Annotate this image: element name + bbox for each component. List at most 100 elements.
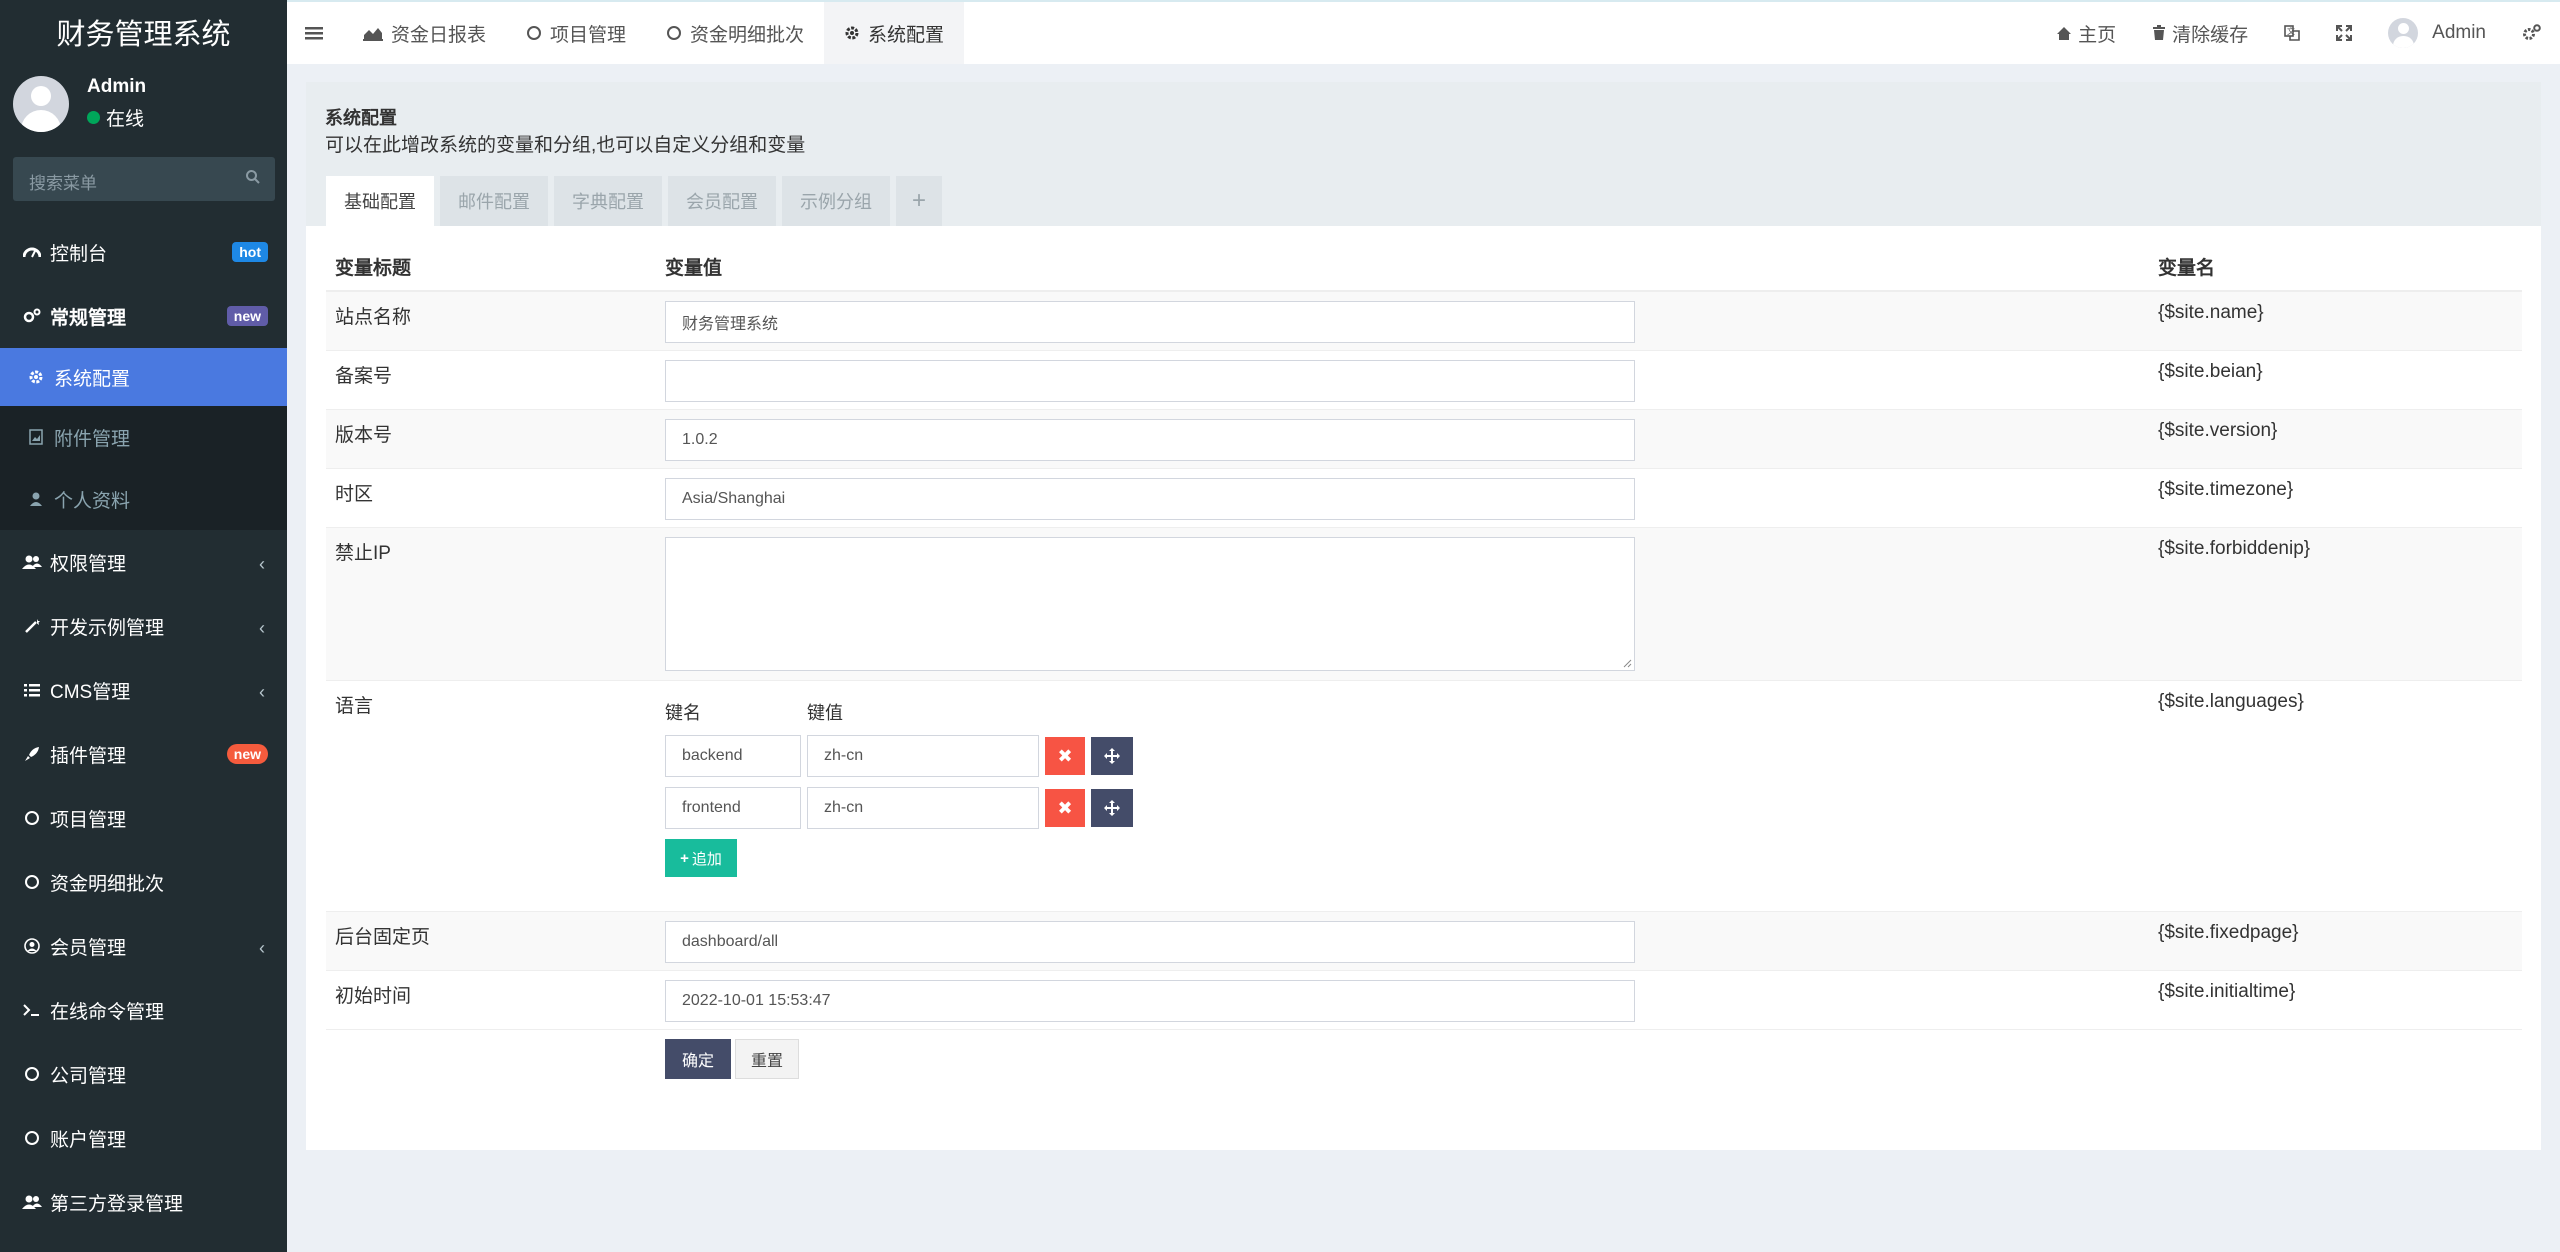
- trash-icon: [2153, 25, 2166, 40]
- row-var-name: {$site.name}: [2149, 290, 2522, 351]
- fixed-page-input[interactable]: dashboard/all: [665, 921, 1635, 963]
- move-icon: [1104, 748, 1120, 764]
- language-key-input[interactable]: frontend: [665, 787, 801, 829]
- sidebar-item-projects[interactable]: 项目管理: [0, 786, 287, 850]
- sidebar: 财务管理系统 Admin 在线 搜索菜单 控制台 hot 常规管理 new 系统…: [0, 0, 287, 1252]
- add-group-button[interactable]: +: [896, 176, 943, 226]
- sidebar-item-permission[interactable]: 权限管理 ‹: [0, 530, 287, 594]
- list-icon: [22, 683, 42, 697]
- rocket-icon: [22, 746, 42, 762]
- remove-entry-button[interactable]: ✖: [1045, 789, 1085, 827]
- plus-icon: +: [680, 849, 689, 867]
- area-chart-icon: [363, 28, 383, 41]
- initial-time-input[interactable]: 2022-10-01 15:53:47: [665, 980, 1635, 1022]
- sidebar-item-label: 公司管理: [50, 1065, 127, 1087]
- reset-button[interactable]: 重置: [735, 1039, 799, 1079]
- sidebar-item-label: 会员管理: [50, 937, 127, 959]
- close-icon: ✖: [1057, 745, 1073, 766]
- top-nav-tabs: 资金日报表 项目管理 资金明细批次 系统配置: [287, 2, 965, 64]
- sidebar-toggle-button[interactable]: [287, 2, 343, 64]
- table-row: 站点名称 财务管理系统 {$site.name}: [326, 290, 2522, 351]
- forbidden-ip-textarea[interactable]: [665, 537, 1635, 671]
- panel-header: 系统配置 可以在此增改系统的变量和分组,也可以自定义分组和变量 基础配置 邮件配…: [306, 82, 2541, 226]
- language-value-input[interactable]: zh-cn: [807, 735, 1039, 777]
- language-toggle-button[interactable]: 文: [2266, 2, 2318, 64]
- timezone-input[interactable]: Asia/Shanghai: [665, 478, 1635, 520]
- clear-cache-button[interactable]: 清除缓存: [2134, 2, 2266, 64]
- tab-fund-batches[interactable]: 资金明细批次: [646, 2, 824, 64]
- user-status-label: 在线: [106, 109, 145, 130]
- sidebar-item-online-command[interactable]: 在线命令管理: [0, 978, 287, 1042]
- row-var-name: {$site.fixedpage}: [2149, 911, 2522, 971]
- table-row: 备案号 {$site.beian}: [326, 350, 2522, 410]
- cogs-icon: [2523, 24, 2541, 40]
- version-input[interactable]: 1.0.2: [665, 419, 1635, 461]
- sidebar-item-members[interactable]: 会员管理 ‹: [0, 914, 287, 978]
- drag-entry-button[interactable]: [1091, 737, 1133, 775]
- value-header: 键值: [807, 703, 843, 723]
- sidebar-item-label: CMS管理: [50, 681, 131, 703]
- tab-email-config[interactable]: 邮件配置: [440, 176, 548, 226]
- tab-basic-config[interactable]: 基础配置: [326, 176, 434, 226]
- table-row: 禁止IP {$site.forbiddenip}: [326, 527, 2522, 681]
- sidebar-item-label: 个人资料: [54, 490, 131, 512]
- chevron-left-icon: ‹: [259, 682, 265, 702]
- search-input[interactable]: 搜索菜单: [13, 157, 275, 201]
- language-key-input[interactable]: backend: [665, 735, 801, 777]
- sidebar-item-dashboard[interactable]: 控制台 hot: [0, 220, 287, 284]
- home-icon: [2057, 26, 2072, 40]
- tab-projects[interactable]: 项目管理: [506, 2, 646, 64]
- circle-icon: [22, 810, 42, 826]
- chevron-left-icon: ‹: [259, 938, 265, 958]
- tab-system-config[interactable]: 系统配置: [824, 2, 965, 64]
- resize-handle-icon: [1623, 659, 1632, 668]
- row-title: 初始时间: [326, 970, 656, 1030]
- sidebar-item-fund-batches[interactable]: 资金明细批次: [0, 850, 287, 914]
- sidebar-item-general[interactable]: 常规管理 new: [0, 284, 287, 348]
- drag-entry-button[interactable]: [1091, 789, 1133, 827]
- sidebar-item-profile[interactable]: 个人资料: [0, 468, 287, 530]
- search-icon[interactable]: [245, 169, 261, 191]
- sidebar-item-cms[interactable]: CMS管理 ‹: [0, 658, 287, 722]
- terminal-icon: [22, 1003, 42, 1017]
- sidebar-item-system-config[interactable]: 系统配置: [0, 348, 287, 406]
- circle-icon: [22, 1130, 42, 1146]
- app-title[interactable]: 财务管理系统: [0, 0, 287, 64]
- sidebar-menu: 控制台 hot 常规管理 new 系统配置 附件管理 个人资料 权限管理 ‹ 开…: [0, 220, 287, 1234]
- sidebar-item-third-party-login[interactable]: 第三方登录管理: [0, 1170, 287, 1234]
- sidebar-item-label: 插件管理: [50, 745, 127, 767]
- append-label: 追加: [691, 850, 722, 868]
- sidebar-item-accounts[interactable]: 账户管理: [0, 1106, 287, 1170]
- table-row-actions: 确定 重置: [326, 1029, 2522, 1089]
- language-value-input[interactable]: zh-cn: [807, 787, 1039, 829]
- language-entry-row: backend zh-cn ✖: [665, 735, 2140, 777]
- remove-entry-button[interactable]: ✖: [1045, 737, 1085, 775]
- settings-button[interactable]: [2504, 2, 2560, 64]
- site-name-input[interactable]: 财务管理系统: [665, 301, 1635, 343]
- row-var-name: {$site.forbiddenip}: [2149, 527, 2522, 681]
- fullscreen-button[interactable]: [2318, 2, 2370, 64]
- tab-member-config[interactable]: 会员配置: [668, 176, 776, 226]
- append-entry-button[interactable]: + 追加: [665, 839, 737, 877]
- tab-label: 项目管理: [550, 24, 627, 46]
- translate-icon: 文: [2284, 25, 2300, 41]
- sidebar-item-plugins[interactable]: 插件管理 new: [0, 722, 287, 786]
- sidebar-item-label: 控制台: [50, 243, 108, 265]
- hot-badge: hot: [232, 242, 268, 262]
- row-var-name: {$site.beian}: [2149, 350, 2522, 410]
- tab-example-group[interactable]: 示例分组: [782, 176, 890, 226]
- sidebar-item-dev-examples[interactable]: 开发示例管理 ‹: [0, 594, 287, 658]
- tab-fund-daily-report[interactable]: 资金日报表: [343, 2, 506, 64]
- sidebar-item-label: 账户管理: [50, 1129, 127, 1151]
- sidebar-item-company[interactable]: 公司管理: [0, 1042, 287, 1106]
- user-menu[interactable]: Admin: [2370, 2, 2504, 64]
- sidebar-item-attachment[interactable]: 附件管理: [0, 406, 287, 468]
- submit-button[interactable]: 确定: [665, 1039, 731, 1079]
- key-header: 键名: [665, 703, 701, 723]
- avatar: [2388, 18, 2419, 48]
- users-icon: [22, 554, 42, 570]
- tab-dictionary-config[interactable]: 字典配置: [554, 176, 662, 226]
- row-var-name: {$site.version}: [2149, 409, 2522, 469]
- home-link[interactable]: 主页: [2038, 2, 2134, 64]
- beian-input[interactable]: [665, 360, 1635, 402]
